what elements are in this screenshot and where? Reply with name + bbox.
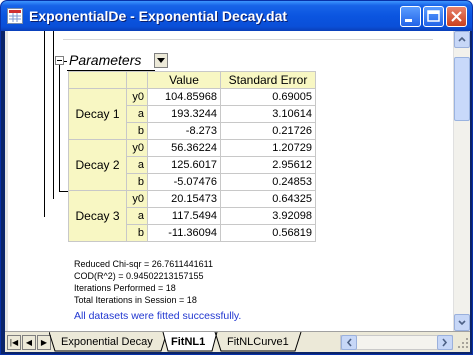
scroll-down-button[interactable] bbox=[454, 314, 470, 331]
scroll-thumb[interactable] bbox=[454, 57, 470, 121]
stat-line: Iterations Performed = 18 bbox=[74, 283, 176, 293]
scroll-left-button[interactable] bbox=[341, 335, 357, 350]
error-cell[interactable]: 0.24853 bbox=[220, 173, 316, 191]
value-cell[interactable]: 125.6017 bbox=[147, 156, 221, 174]
chevron-right-icon bbox=[442, 338, 448, 347]
minimize-icon bbox=[405, 19, 412, 22]
error-cell[interactable]: 0.69005 bbox=[220, 88, 316, 106]
window-title: ExponentialDe - Exponential Decay.dat bbox=[29, 8, 288, 24]
prev-sheet-button[interactable]: ◀ bbox=[22, 335, 36, 350]
resize-grip-icon[interactable] bbox=[455, 335, 470, 350]
tree-line bbox=[59, 65, 60, 191]
value-cell[interactable]: 56.36224 bbox=[147, 139, 221, 157]
error-cell[interactable]: 2.95612 bbox=[220, 156, 316, 174]
stat-line: Total Iterations in Session = 18 bbox=[74, 295, 197, 305]
param-name: y0 bbox=[126, 139, 148, 157]
param-name: a bbox=[126, 207, 148, 225]
table-row: Decay 1 y0 104.85968 0.69005 bbox=[68, 88, 316, 140]
chevron-down-icon bbox=[458, 320, 466, 326]
vertical-scrollbar[interactable] bbox=[453, 31, 470, 331]
close-button[interactable] bbox=[446, 6, 467, 27]
success-message: All datasets were fitted successfully. bbox=[74, 310, 242, 322]
report-sheet: Parameters Value Standard Error Decay 1 … bbox=[5, 31, 470, 352]
app-window: ExponentialDe - Exponential Decay.dat Pa… bbox=[0, 0, 473, 355]
scroll-right-button[interactable] bbox=[437, 335, 453, 350]
param-name: y0 bbox=[126, 190, 148, 208]
header-corner bbox=[68, 71, 127, 89]
fit-statistics: Reduced Chi-sqr = 26.7611441611 COD(R^2)… bbox=[74, 258, 213, 306]
sheet-tab-bar: |◀ ◀ ▶ Exponential Decay FitNL1 FitNLCur… bbox=[5, 331, 470, 352]
section-dropdown-button[interactable] bbox=[154, 53, 168, 68]
divider bbox=[63, 39, 433, 40]
error-cell[interactable]: 0.21726 bbox=[220, 122, 316, 140]
chevron-down-icon bbox=[157, 58, 165, 63]
error-cell[interactable]: 0.64325 bbox=[220, 190, 316, 208]
error-cell[interactable]: 3.10614 bbox=[220, 105, 316, 123]
table-row: Decay 3 y0 20.15473 0.64325 bbox=[68, 190, 316, 242]
tab-fitnlcurve1[interactable]: FitNLCurve1 bbox=[227, 332, 289, 352]
error-cell[interactable]: 3.92098 bbox=[220, 207, 316, 225]
value-cell[interactable]: 193.3244 bbox=[147, 105, 221, 123]
param-name: a bbox=[126, 156, 148, 174]
table-row: Decay 2 y0 56.36224 1.20729 bbox=[68, 139, 316, 191]
parameters-table: Value Standard Error Decay 1 y0 104.8596… bbox=[68, 71, 316, 242]
tree-line bbox=[44, 31, 45, 217]
column-header[interactable]: Value bbox=[147, 71, 221, 89]
title-bar[interactable]: ExponentialDe - Exponential Decay.dat bbox=[1, 1, 472, 31]
group-label: Decay 3 bbox=[68, 190, 127, 242]
stat-line: COD(R^2) = 0.94502213157155 bbox=[74, 271, 204, 281]
error-cell[interactable]: 1.20729 bbox=[220, 139, 316, 157]
section-title: Parameters bbox=[69, 52, 142, 68]
value-cell[interactable]: -8.273 bbox=[147, 122, 221, 140]
column-header[interactable]: Standard Error bbox=[220, 71, 316, 89]
group-label: Decay 2 bbox=[68, 139, 127, 191]
param-name: b bbox=[126, 122, 148, 140]
param-name: b bbox=[126, 173, 148, 191]
tree-line bbox=[64, 61, 67, 62]
chevron-left-icon bbox=[346, 338, 352, 347]
collapse-toggle[interactable] bbox=[55, 56, 64, 65]
tab-fitnl1[interactable]: FitNL1 bbox=[171, 332, 205, 352]
first-sheet-button[interactable]: |◀ bbox=[7, 335, 21, 350]
scroll-up-button[interactable] bbox=[454, 31, 470, 48]
value-cell[interactable]: 117.5494 bbox=[147, 207, 221, 225]
error-cell[interactable]: 0.56819 bbox=[220, 224, 316, 242]
header-corner bbox=[126, 71, 148, 89]
tree-line bbox=[53, 31, 54, 199]
chevron-up-icon bbox=[458, 36, 466, 42]
minimize-button[interactable] bbox=[400, 6, 421, 27]
value-cell[interactable]: 20.15473 bbox=[147, 190, 221, 208]
value-cell[interactable]: -11.36094 bbox=[147, 224, 221, 242]
left-edge bbox=[5, 31, 8, 331]
tab-exponential-decay[interactable]: Exponential Decay bbox=[61, 332, 153, 352]
table-header-row: Value Standard Error bbox=[68, 71, 316, 89]
param-name: y0 bbox=[126, 88, 148, 106]
maximize-button[interactable] bbox=[423, 6, 444, 27]
close-icon bbox=[451, 11, 462, 22]
maximize-icon bbox=[427, 10, 440, 22]
stat-line: Reduced Chi-sqr = 26.7611441611 bbox=[74, 259, 214, 269]
param-name: b bbox=[126, 224, 148, 242]
group-label: Decay 1 bbox=[68, 88, 127, 140]
worksheet-icon[interactable] bbox=[7, 8, 23, 24]
value-cell[interactable]: 104.85968 bbox=[147, 88, 221, 106]
value-cell[interactable]: -5.07476 bbox=[147, 173, 221, 191]
param-name: a bbox=[126, 105, 148, 123]
